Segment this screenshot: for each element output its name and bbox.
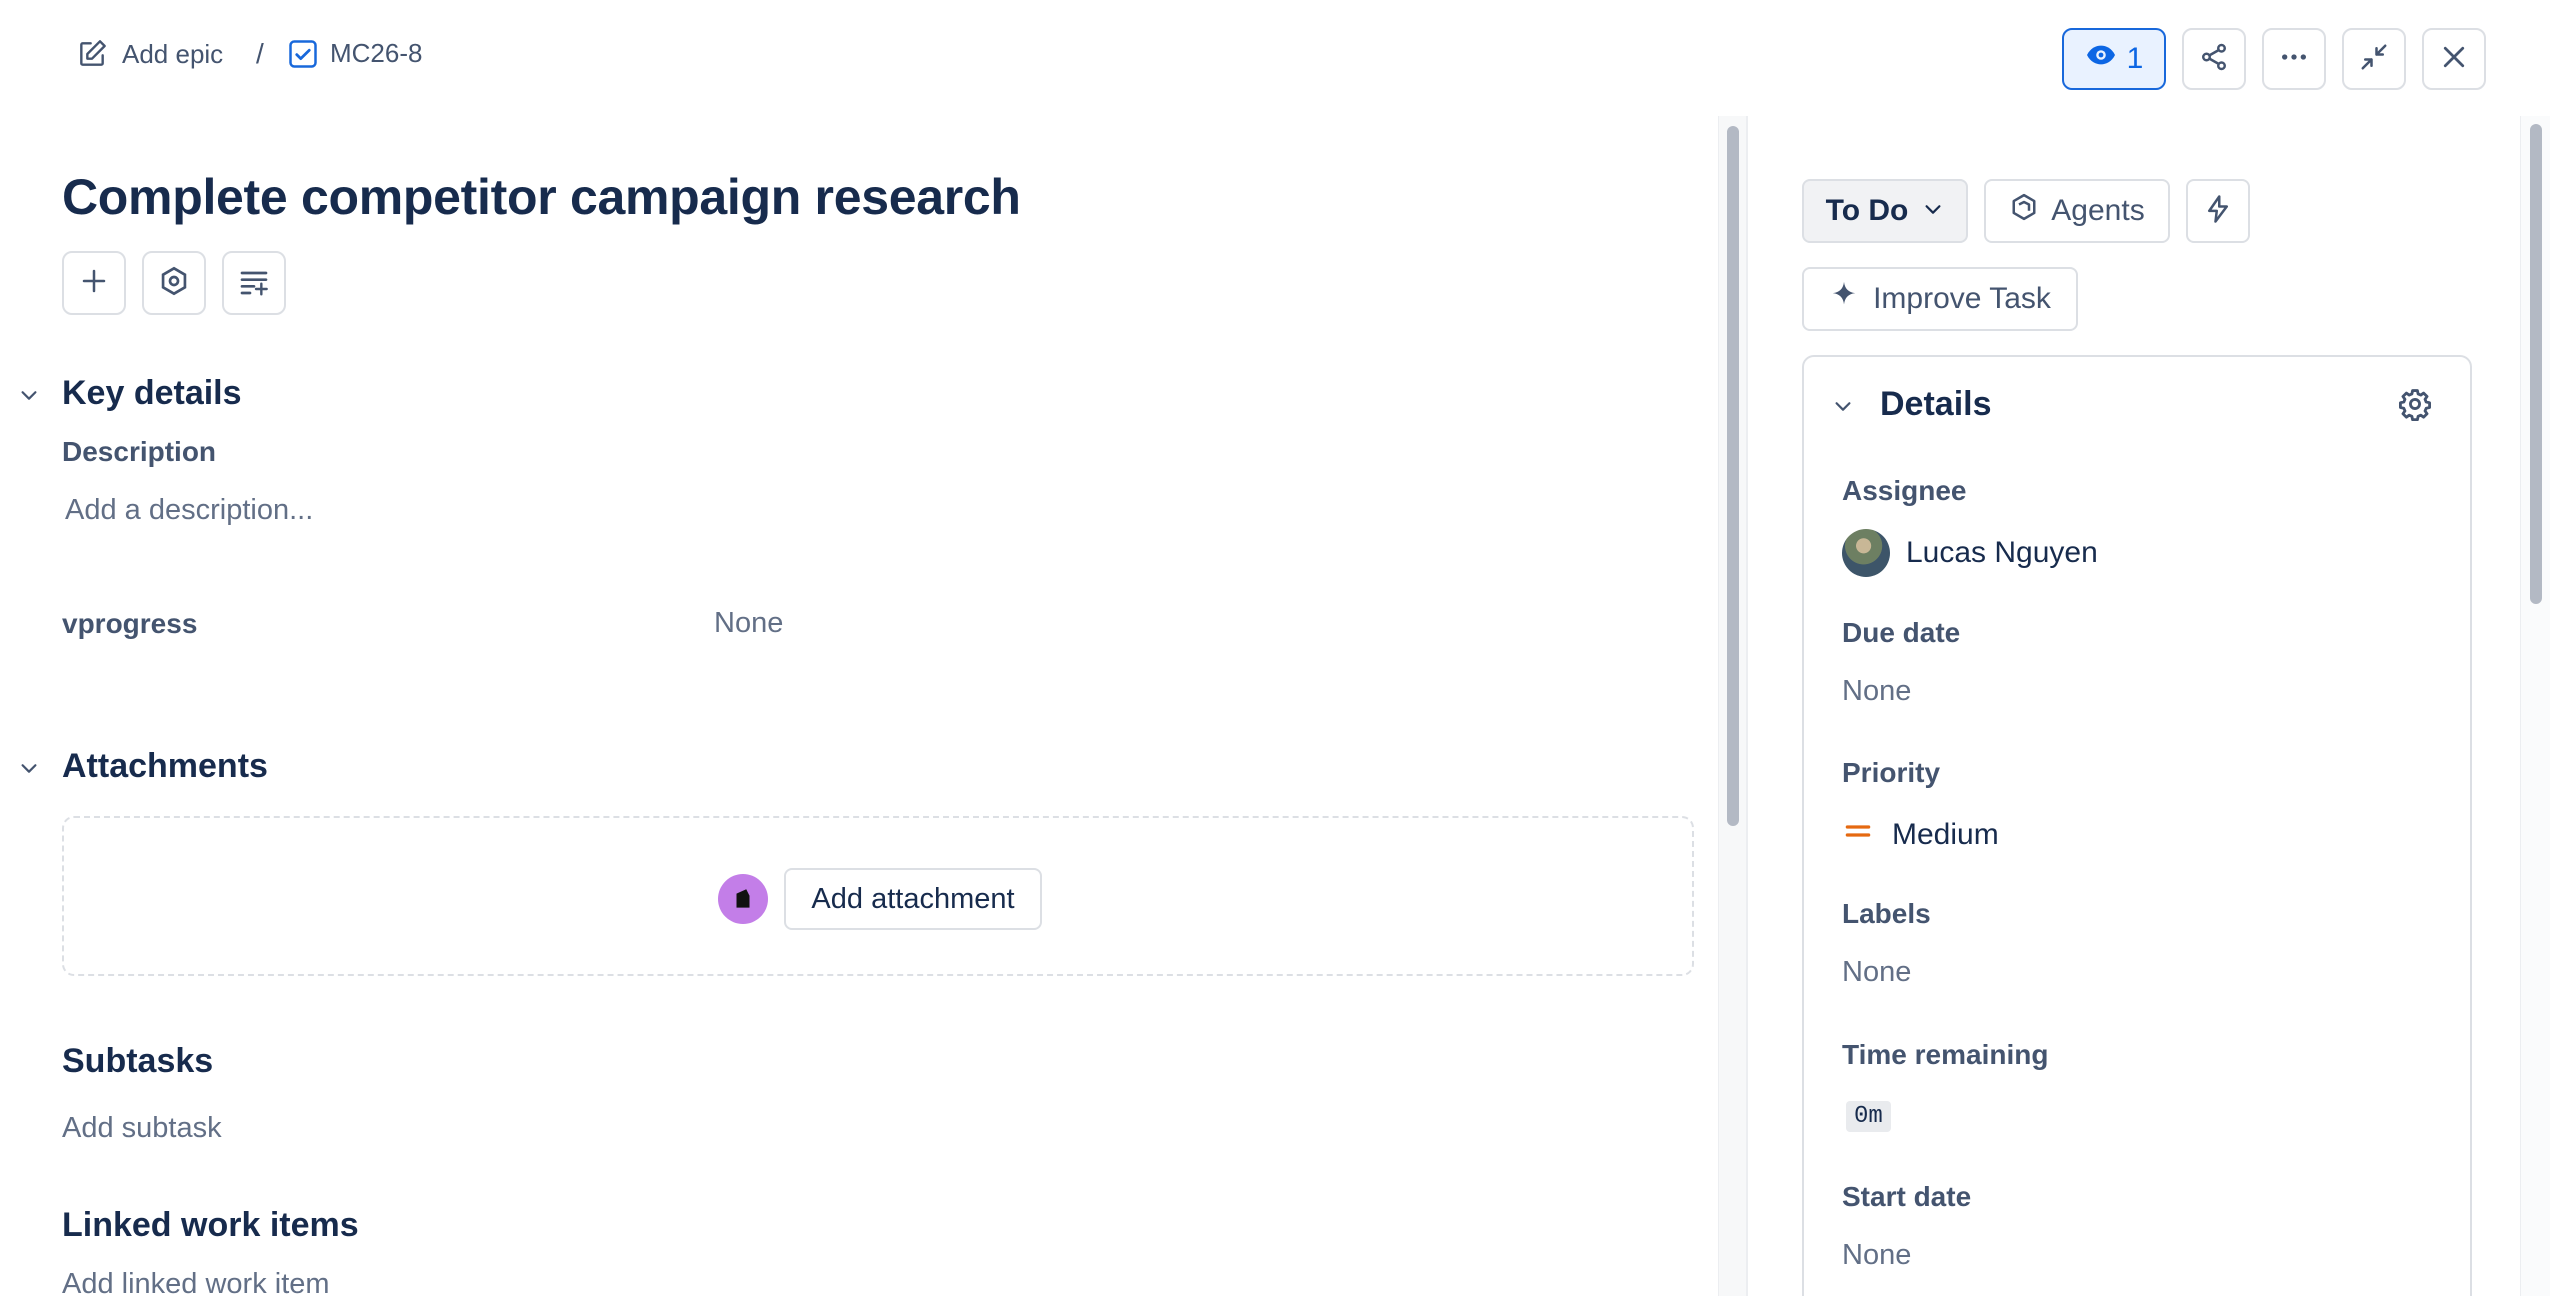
vprogress-value[interactable]: None — [714, 607, 783, 640]
watch-count: 1 — [2126, 42, 2144, 75]
status-label: To Do — [1825, 194, 1909, 227]
hexagon-icon — [158, 265, 190, 302]
attachments-collapse-icon[interactable] — [18, 757, 40, 784]
top-bar: Add epic / MC26-8 1 — [0, 0, 2550, 116]
add-linked-work-item-link[interactable]: Add linked work item — [62, 1268, 330, 1296]
start-date-label: Start date — [1842, 1181, 1972, 1212]
issue-key-link[interactable]: MC26-8 — [288, 38, 422, 69]
avatar — [1842, 529, 1890, 577]
plus-icon — [79, 266, 109, 301]
panel-divider[interactable] — [1746, 116, 1748, 1296]
description-label: Description — [62, 436, 217, 467]
chevron-down-icon — [1922, 194, 1944, 228]
start-date-value[interactable]: None — [1842, 1239, 1911, 1272]
key-details-heading[interactable]: Key details — [62, 374, 242, 413]
main-scrollbar[interactable] — [1718, 116, 1746, 1296]
issue-key-label: MC26-8 — [330, 38, 423, 68]
subtasks-heading: Subtasks — [62, 1042, 214, 1080]
due-date-value[interactable]: None — [1842, 675, 1911, 708]
assignee-field[interactable]: Lucas Nguyen — [1842, 529, 2098, 577]
share-button[interactable] — [2182, 28, 2246, 90]
issue-main-column: Complete competitor campaign research Ke… — [0, 116, 1720, 1296]
gear-icon[interactable] — [2398, 387, 2432, 426]
side-scrollbar-thumb[interactable] — [2530, 124, 2542, 604]
more-actions-button[interactable] — [2262, 28, 2326, 90]
list-sparkle-icon — [238, 265, 270, 302]
time-remaining-value[interactable]: 0m — [1846, 1101, 1891, 1132]
ai-summary-button[interactable] — [222, 251, 286, 315]
improve-task-button[interactable]: Improve Task — [1802, 267, 2078, 331]
close-icon — [2439, 42, 2469, 77]
agent-hexagon-icon — [2009, 192, 2039, 230]
minimize-icon — [2359, 42, 2389, 77]
minimize-button[interactable] — [2342, 28, 2406, 90]
more-icon — [2278, 41, 2310, 78]
breadcrumb-separator: / — [256, 38, 264, 69]
improve-task-label: Improve Task — [1873, 282, 2051, 315]
task-checkbox-icon — [288, 39, 318, 69]
labels-label: Labels — [1842, 898, 1931, 929]
lightning-icon — [2203, 194, 2233, 229]
description-field[interactable]: Add a description... — [65, 494, 313, 527]
agents-button[interactable]: Agents — [1984, 179, 2170, 243]
attachments-heading[interactable]: Attachments — [62, 747, 268, 786]
add-epic-link[interactable]: Add epic — [76, 38, 223, 70]
labels-value[interactable]: None — [1842, 956, 1911, 989]
sparkle-icon — [1829, 280, 1859, 318]
issue-title[interactable]: Complete competitor campaign research — [62, 168, 1021, 226]
close-button[interactable] — [2422, 28, 2486, 90]
apps-button[interactable] — [142, 251, 206, 315]
due-date-label: Due date — [1842, 617, 1961, 648]
time-remaining-label: Time remaining — [1842, 1039, 2049, 1070]
key-details-collapse-icon[interactable] — [18, 384, 40, 411]
attachment-app-icon — [718, 874, 768, 924]
watch-button[interactable]: 1 — [2062, 28, 2166, 90]
side-scrollbar[interactable] — [2520, 116, 2550, 1296]
priority-value: Medium — [1892, 818, 1999, 851]
share-icon — [2199, 42, 2229, 77]
vprogress-label: vprogress — [62, 608, 198, 639]
status-dropdown[interactable]: To Do — [1802, 179, 1968, 243]
linked-work-items-heading: Linked work items — [62, 1206, 359, 1244]
priority-field[interactable]: Medium — [1842, 815, 1999, 855]
details-heading[interactable]: Details — [1880, 385, 1992, 424]
priority-label: Priority — [1842, 757, 1941, 788]
add-attachment-button[interactable]: Add attachment — [784, 868, 1042, 930]
assignee-label: Assignee — [1842, 475, 1967, 506]
eye-icon — [2085, 39, 2117, 79]
main-scrollbar-thumb[interactable] — [1727, 126, 1739, 826]
agents-label: Agents — [2051, 194, 2145, 227]
add-button[interactable] — [62, 251, 126, 315]
add-subtask-link[interactable]: Add subtask — [62, 1112, 222, 1145]
assignee-name: Lucas Nguyen — [1906, 536, 2098, 569]
details-collapse-icon[interactable] — [1832, 395, 1854, 422]
automation-button[interactable] — [2186, 179, 2250, 243]
priority-medium-icon — [1842, 815, 1874, 855]
details-panel: Details Assignee Lucas Nguyen Due date N… — [1802, 355, 2472, 1296]
edit-icon — [76, 38, 108, 70]
add-epic-label: Add epic — [122, 38, 224, 69]
